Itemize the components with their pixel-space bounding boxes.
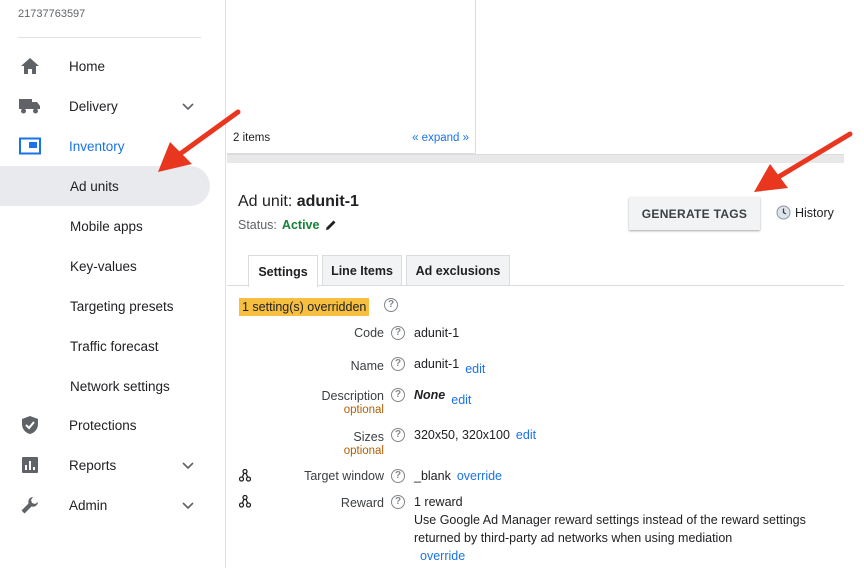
truck-icon	[19, 96, 41, 116]
history-link[interactable]: History	[776, 205, 834, 220]
nav-label-protections: Protections	[69, 417, 137, 433]
reward-description-text: Use Google Ad Manager reward settings in…	[414, 513, 806, 545]
sidebar: 21737763597 Home Delivery Inventory Ad u…	[0, 0, 226, 568]
nav-item-ad-units[interactable]: Ad units	[0, 166, 210, 206]
ad-unit-title-prefix: Ad unit:	[238, 193, 297, 210]
edit-sizes-link[interactable]: edit	[516, 428, 536, 442]
nav-item-mobile-apps[interactable]: Mobile apps	[0, 206, 210, 246]
nav-label-mobile-apps: Mobile apps	[70, 218, 143, 234]
edit-description-link[interactable]: edit	[451, 393, 471, 407]
shield-icon	[19, 415, 41, 435]
bar-chart-icon	[19, 455, 41, 475]
chevron-down-icon[interactable]	[180, 497, 196, 513]
field-optional-sizes: optional	[343, 445, 384, 457]
field-value-target-window: _blank override	[414, 469, 502, 483]
chevron-down-icon[interactable]	[180, 457, 196, 473]
help-icon[interactable]: ?	[391, 326, 405, 340]
field-value-description: None edit	[414, 388, 471, 407]
nav-item-home[interactable]: Home	[0, 46, 210, 86]
field-value-code: adunit-1	[414, 326, 460, 340]
help-icon[interactable]: ?	[384, 298, 398, 312]
tabs-divider	[227, 285, 844, 286]
nav-label-ad-units: Ad units	[70, 178, 119, 194]
overridden-badge: 1 setting(s) overridden	[239, 298, 370, 316]
home-icon	[19, 56, 41, 76]
nav-label-targeting-presets: Targeting presets	[70, 298, 174, 314]
ad-unit-list-pane: 2 items « expand »	[227, 0, 476, 154]
tab-line-items[interactable]: Line Items	[322, 255, 402, 286]
inherited-icon	[239, 495, 251, 508]
nav-item-inventory[interactable]: Inventory	[0, 126, 210, 166]
field-label-description: Description	[321, 389, 384, 403]
chevron-down-icon[interactable]	[180, 98, 196, 114]
generate-tags-button[interactable]: GENERATE TAGS	[629, 197, 760, 230]
nav-label-reports: Reports	[69, 457, 117, 473]
tab-ad-exclusions[interactable]: Ad exclusions	[406, 255, 510, 286]
name-value: adunit-1	[414, 357, 460, 371]
nav-label-traffic-forecast: Traffic forecast	[70, 338, 159, 354]
active-tab-gap	[249, 284, 317, 287]
main-content: 2 items « expand » Ad unit: adunit-1 Sta…	[227, 0, 864, 568]
field-value-sizes: 320x50, 320x100 edit	[414, 428, 536, 442]
pane-divider[interactable]	[227, 154, 844, 163]
inventory-icon	[19, 136, 41, 156]
field-label-name: Name	[350, 359, 384, 373]
sidebar-divider	[18, 37, 201, 38]
ad-unit-title: Ad unit: adunit-1	[238, 193, 359, 211]
expand-link[interactable]: « expand »	[412, 132, 469, 144]
help-icon[interactable]: ?	[391, 357, 405, 371]
nav-label-delivery: Delivery	[69, 98, 118, 114]
nav-item-traffic-forecast[interactable]: Traffic forecast	[0, 326, 210, 366]
pencil-icon[interactable]	[325, 219, 337, 231]
wrench-icon	[19, 495, 41, 515]
nav-item-reports[interactable]: Reports	[0, 445, 210, 485]
clock-icon	[776, 205, 791, 220]
field-label-sizes: Sizes	[353, 430, 384, 444]
history-label: History	[795, 205, 834, 220]
help-icon[interactable]: ?	[391, 495, 405, 509]
status-value: Active	[281, 218, 320, 232]
items-count: 2 items	[233, 132, 271, 144]
field-value-name: adunit-1 edit	[414, 357, 485, 376]
status-label: Status:	[238, 218, 277, 232]
nav-item-delivery[interactable]: Delivery	[0, 86, 210, 126]
field-optional-description: optional	[343, 404, 384, 416]
nav-item-protections[interactable]: Protections	[0, 405, 210, 445]
edit-name-link[interactable]: edit	[465, 362, 485, 376]
nav-label-admin: Admin	[69, 497, 108, 513]
field-label-reward: Reward	[340, 496, 384, 510]
nav-item-targeting-presets[interactable]: Targeting presets	[0, 286, 210, 326]
inherited-icon	[239, 469, 251, 482]
field-label-code: Code	[354, 326, 384, 340]
reward-description: Use Google Ad Manager reward settings in…	[414, 511, 834, 565]
nav-label-network-settings: Network settings	[70, 378, 170, 394]
tab-settings[interactable]: Settings	[248, 255, 318, 287]
sizes-value: 320x50, 320x100	[414, 428, 510, 442]
ad-unit-name: adunit-1	[296, 193, 359, 210]
override-target-window-link[interactable]: override	[457, 469, 502, 483]
nav-label-home: Home	[69, 58, 106, 74]
network-id: 21737763597	[18, 8, 86, 20]
nav-item-admin[interactable]: Admin	[0, 485, 210, 525]
nav-label-key-values: Key-values	[70, 258, 137, 274]
help-icon[interactable]: ?	[391, 388, 405, 402]
nav-item-key-values[interactable]: Key-values	[0, 246, 210, 286]
override-reward-link[interactable]: override	[420, 549, 465, 563]
status-row: Status: Active	[238, 218, 337, 232]
field-value-reward: 1 reward	[414, 495, 463, 509]
help-icon[interactable]: ?	[391, 469, 405, 483]
nav-item-network-settings[interactable]: Network settings	[0, 366, 210, 406]
description-value: None	[414, 388, 446, 402]
nav-label-inventory: Inventory	[69, 138, 125, 154]
target-window-value: _blank	[414, 469, 451, 483]
field-label-target-window: Target window	[304, 469, 384, 483]
help-icon[interactable]: ?	[391, 428, 405, 442]
